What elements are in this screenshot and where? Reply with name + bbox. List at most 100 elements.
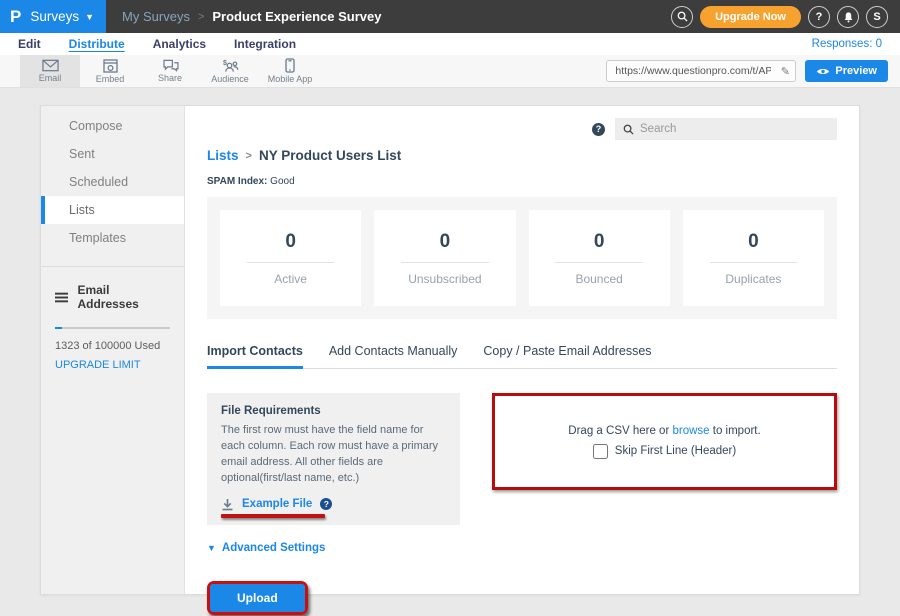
caret-down-icon: ▼ xyxy=(207,543,216,553)
import-content: File Requirements The first row must hav… xyxy=(207,393,837,525)
contact-tabs: Import Contacts Add Contacts Manually Co… xyxy=(207,344,837,369)
breadcrumb-lists-link[interactable]: Lists xyxy=(207,148,239,163)
tab-distribute[interactable]: Distribute xyxy=(69,37,125,51)
tab-analytics[interactable]: Analytics xyxy=(153,37,206,51)
channel-mobile-app[interactable]: Mobile App xyxy=(260,55,320,87)
survey-url-input[interactable] xyxy=(607,65,775,77)
preview-button[interactable]: Preview xyxy=(805,60,888,82)
breadcrumb-separator: > xyxy=(198,11,204,23)
share-icon xyxy=(162,59,179,72)
upload-button[interactable]: Upload xyxy=(210,584,305,612)
help-button[interactable]: ? xyxy=(808,6,830,28)
example-file-row: Example File ? xyxy=(221,498,332,511)
embed-icon xyxy=(103,59,118,73)
stat-card-duplicates: 0 Duplicates xyxy=(683,210,824,306)
tab-import-contacts[interactable]: Import Contacts xyxy=(207,344,303,369)
list-stats: 0 Active 0 Unsubscribed 0 Bounced 0 xyxy=(207,197,837,319)
upgrade-limit-link[interactable]: UPGRADE LIMIT xyxy=(55,359,170,371)
tab-add-contacts-manually[interactable]: Add Contacts Manually xyxy=(329,344,458,368)
channel-audience[interactable]: $ Audience xyxy=(200,55,260,87)
sidebar-item-lists[interactable]: Lists xyxy=(41,196,184,224)
questionpro-logo: P xyxy=(10,8,21,25)
avatar[interactable]: S xyxy=(866,6,888,28)
stat-label: Duplicates xyxy=(725,272,781,286)
contact-search-box[interactable] xyxy=(615,118,837,140)
email-addresses-section: Email Addresses 1323 of 100000 Used UPGR… xyxy=(41,266,184,387)
channel-label: Share xyxy=(158,73,182,83)
sidebar-menu: Compose Sent Scheduled Lists Templates xyxy=(41,106,184,252)
usage-progress-fill xyxy=(55,327,62,329)
channel-embed[interactable]: Embed xyxy=(80,55,140,87)
search-input[interactable] xyxy=(640,123,829,135)
skip-first-line-label: Skip First Line (Header) xyxy=(615,445,736,457)
upgrade-now-button[interactable]: Upgrade Now xyxy=(700,6,801,28)
example-file-help-icon[interactable]: ? xyxy=(320,498,332,510)
eye-icon xyxy=(816,67,830,76)
channel-email[interactable]: Email xyxy=(20,55,80,87)
email-icon xyxy=(42,59,59,72)
stat-card-unsubscribed: 0 Unsubscribed xyxy=(374,210,515,306)
page-title: Product Experience Survey xyxy=(212,9,381,24)
edit-url-icon[interactable]: ✎ xyxy=(775,65,795,78)
stat-divider xyxy=(710,262,798,263)
advanced-settings-label: Advanced Settings xyxy=(222,542,326,554)
stat-divider xyxy=(401,262,489,263)
dropzone-text-prefix: Drag a CSV here or xyxy=(568,425,672,437)
list-breadcrumb: Lists > NY Product Users List xyxy=(207,148,837,163)
stat-value: 0 xyxy=(285,231,296,253)
csv-dropzone[interactable]: Drag a CSV here or browse to import. Ski… xyxy=(492,393,837,490)
logo-area[interactable]: P Surveys ▼ xyxy=(0,0,106,33)
spam-index-label: SPAM Index: xyxy=(207,176,267,187)
channel-share[interactable]: Share xyxy=(140,55,200,87)
stat-divider xyxy=(247,262,335,263)
search-row: ? xyxy=(207,118,837,140)
browse-link[interactable]: browse xyxy=(672,425,709,437)
sidebar-item-templates[interactable]: Templates xyxy=(41,224,184,252)
survey-url-field[interactable]: ✎ xyxy=(606,60,796,82)
top-bar: P Surveys ▼ My Surveys > Product Experie… xyxy=(0,0,900,33)
breadcrumb: My Surveys > Product Experience Survey xyxy=(122,0,381,33)
product-switcher[interactable]: Surveys ▼ xyxy=(30,9,94,24)
advanced-settings-toggle[interactable]: ▼ Advanced Settings xyxy=(207,542,837,554)
notifications-button[interactable] xyxy=(837,6,859,28)
page-background: Compose Sent Scheduled Lists Templates E… xyxy=(0,88,900,616)
breadcrumb-separator: > xyxy=(246,150,252,162)
download-icon xyxy=(221,498,234,511)
help-badge-icon[interactable]: ? xyxy=(592,123,605,136)
tab-integration[interactable]: Integration xyxy=(234,37,296,51)
tab-copy-paste-email-addresses[interactable]: Copy / Paste Email Addresses xyxy=(483,344,651,368)
stat-label: Unsubscribed xyxy=(408,272,481,286)
email-sidebar: Compose Sent Scheduled Lists Templates E… xyxy=(41,106,185,594)
spam-index-value: Good xyxy=(267,176,294,187)
stat-divider xyxy=(555,262,643,263)
email-addresses-header: Email Addresses xyxy=(55,283,170,311)
dropzone-text-suffix: to import. xyxy=(710,425,761,437)
survey-nav: Edit Distribute Analytics Integration Re… xyxy=(0,33,900,55)
tab-edit[interactable]: Edit xyxy=(18,37,41,51)
skip-first-line-row: Skip First Line (Header) xyxy=(593,444,736,459)
list-lines-icon xyxy=(55,292,68,303)
file-requirements-body: The first row must have the field name f… xyxy=(221,423,446,487)
email-addresses-title: Email Addresses xyxy=(77,283,170,311)
mobile-app-icon xyxy=(285,58,295,73)
search-button[interactable] xyxy=(671,6,693,28)
topbar-actions: Upgrade Now ? S xyxy=(671,0,900,33)
responses-count[interactable]: Responses: 0 xyxy=(812,38,882,50)
stat-card-active: 0 Active xyxy=(220,210,361,306)
sidebar-item-sent[interactable]: Sent xyxy=(41,140,184,168)
sidebar-item-scheduled[interactable]: Scheduled xyxy=(41,168,184,196)
skip-first-line-checkbox[interactable] xyxy=(593,444,608,459)
stat-value: 0 xyxy=(440,231,451,253)
file-requirements-title: File Requirements xyxy=(221,405,446,417)
channel-label: Mobile App xyxy=(268,74,313,84)
sidebar-item-compose[interactable]: Compose xyxy=(41,112,184,140)
preview-label: Preview xyxy=(835,65,877,77)
bell-icon xyxy=(843,11,854,23)
toolbar-right: ✎ Preview xyxy=(606,55,900,87)
breadcrumb-my-surveys[interactable]: My Surveys xyxy=(122,9,190,24)
usage-text: 1323 of 100000 Used xyxy=(55,340,170,352)
channel-label: Audience xyxy=(211,74,249,84)
example-file-link[interactable]: Example File xyxy=(242,498,312,510)
list-detail-main: ? Lists > NY Product Users List SPAM Ind… xyxy=(185,106,859,594)
stat-label: Bounced xyxy=(575,272,622,286)
